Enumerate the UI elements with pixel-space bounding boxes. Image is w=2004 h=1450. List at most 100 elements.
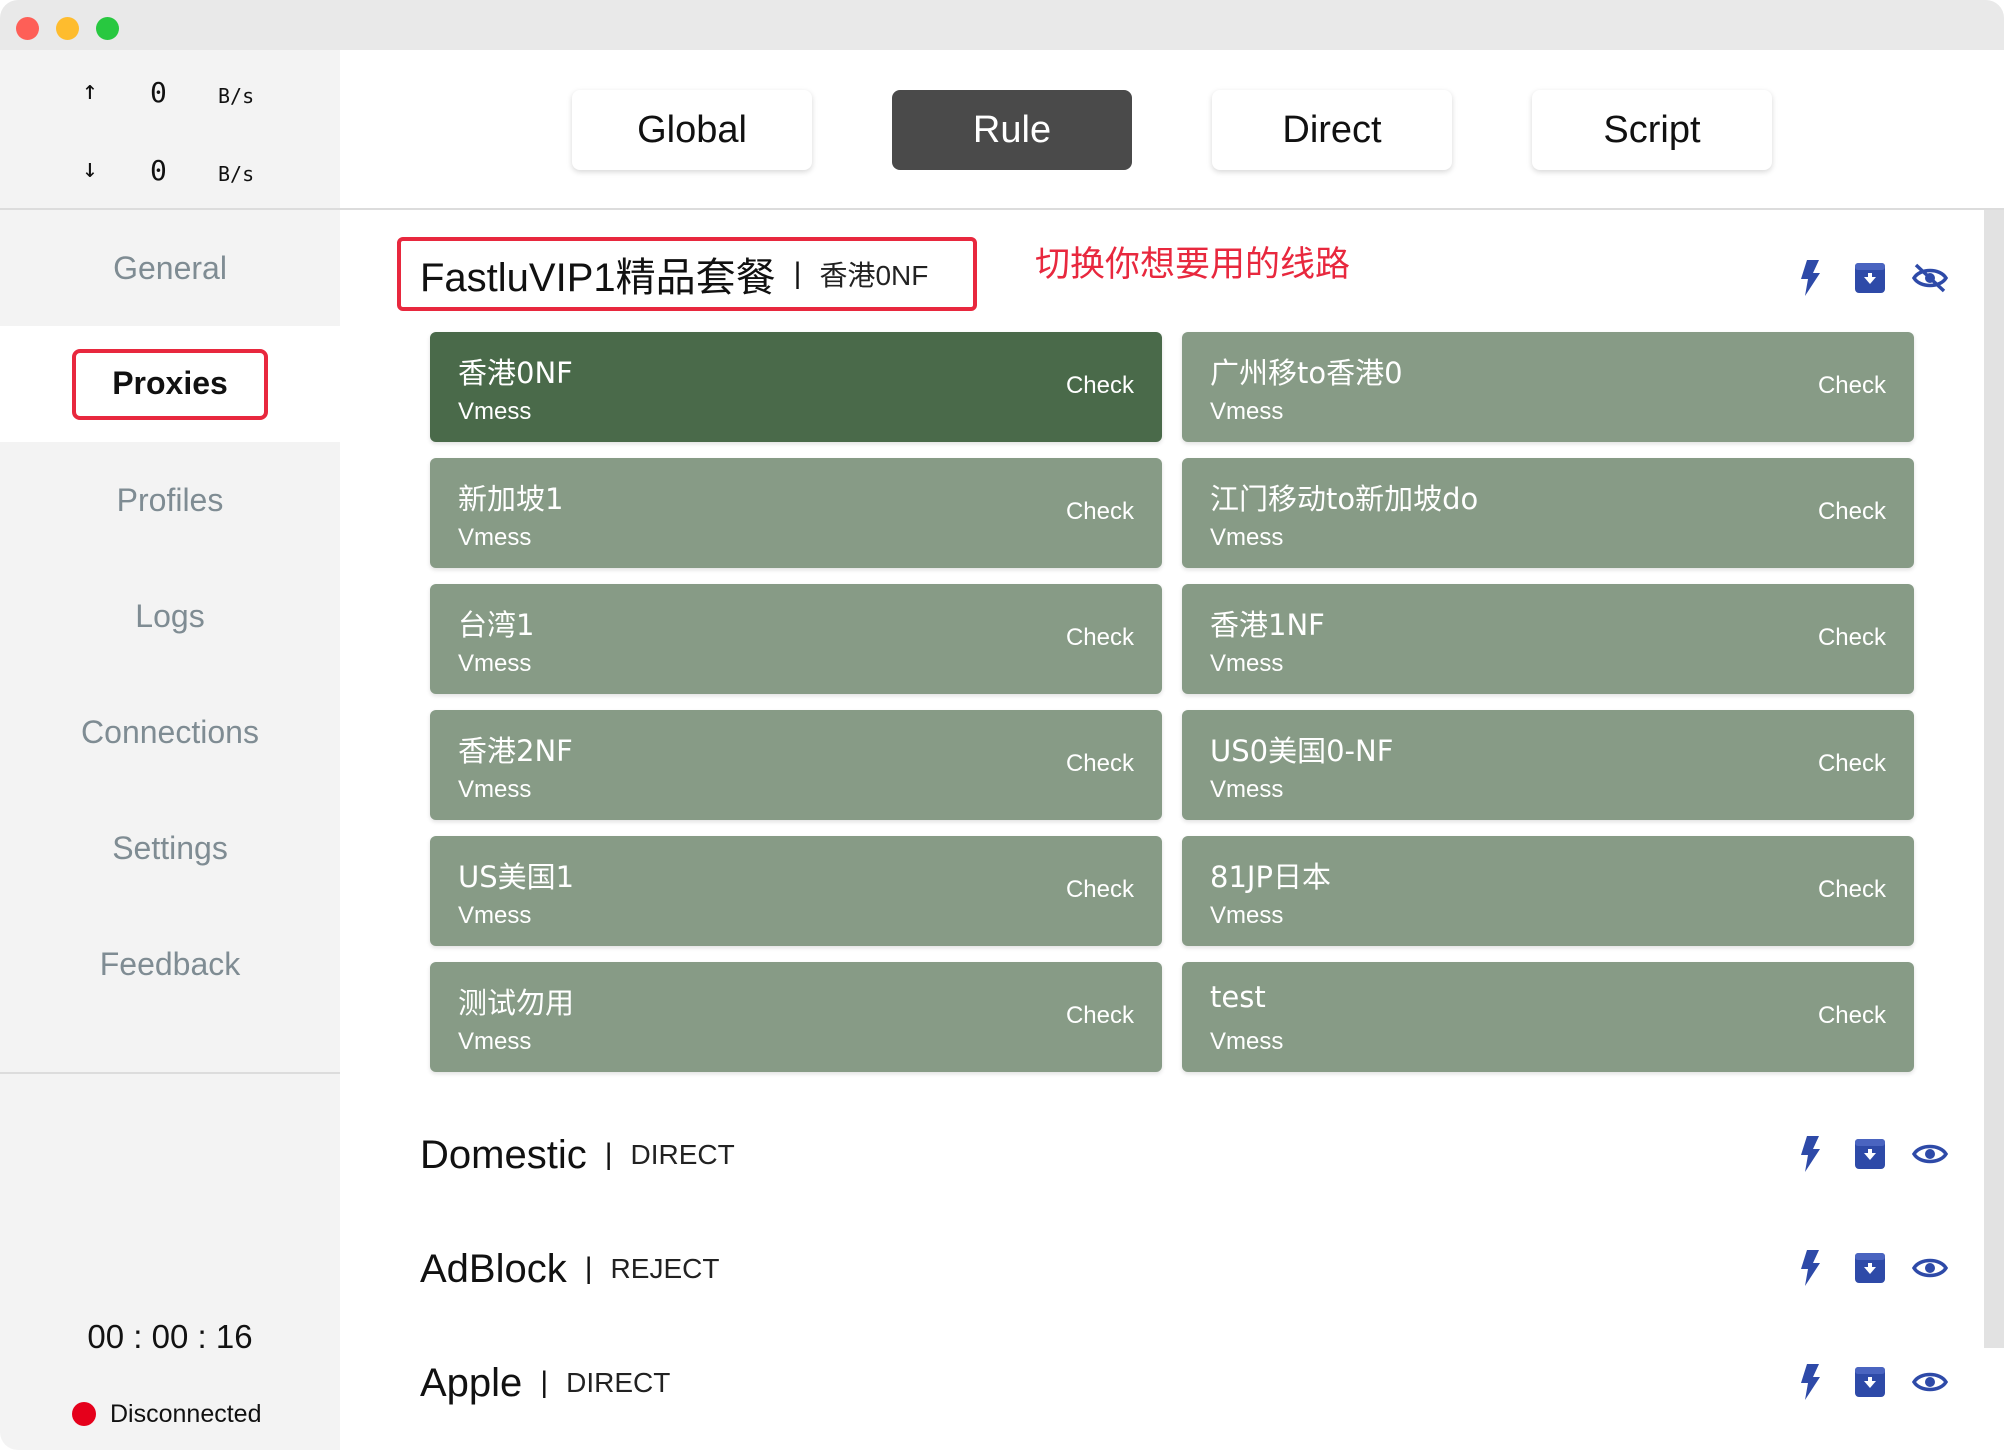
proxy-card[interactable]: 香港2NF Vmess Check [430,710,1162,820]
connection-status-label: Disconnected [110,1399,262,1428]
proxy-name: 香港1NF [1210,608,1325,642]
proxy-groups-list[interactable]: FastluVIP1精品套餐 | 香港0NF 切换你想要用的线路 香港0NF Vm… [340,210,1984,1450]
proxy-card[interactable]: 香港0NF Vmess Check [430,332,1162,442]
proxy-type: Vmess [458,1028,532,1055]
proxy-name: US0美国0-NF [1210,734,1394,768]
sidebar-item-logs[interactable]: Logs [0,558,340,674]
check-latency-button[interactable]: Check [1066,498,1134,526]
group-separator: | [793,257,802,290]
group-current-proxy: DIRECT [630,1139,735,1170]
proxy-type: Vmess [458,902,532,929]
mode-rule-button[interactable]: Rule [892,90,1132,170]
proxy-type: Vmess [458,524,532,551]
divider [0,1072,340,1074]
group-actions [1768,1250,1948,1286]
sidebar-item-feedback[interactable]: Feedback [0,906,340,1022]
locate-icon[interactable] [1852,1364,1888,1400]
eye-icon[interactable] [1912,1136,1948,1172]
eye-off-icon[interactable] [1912,260,1948,296]
sidebar-item-connections[interactable]: Connections [0,674,340,790]
upload-arrow-icon: ↑ [82,76,98,106]
upload-unit: B/s [218,84,255,108]
download-arrow-icon: ↓ [82,154,98,184]
upload-value: 0 [150,76,167,109]
download-value: 0 [150,154,167,187]
latency-test-icon[interactable] [1792,260,1828,296]
proxy-card[interactable]: 广州移to香港0 Vmess Check [1182,332,1914,442]
group-actions [1768,1364,1948,1400]
app-window: ↑ 0 B/s ↓ 0 B/s General Proxies Profiles… [0,0,2004,1450]
locate-icon[interactable] [1852,260,1888,296]
proxy-card[interactable]: test Vmess Check [1182,962,1914,1072]
mode-script-button[interactable]: Script [1532,90,1772,170]
proxy-card[interactable]: 江门移动to新加坡do Vmess Check [1182,458,1914,568]
proxy-type: Vmess [1210,398,1284,425]
proxy-type: Vmess [458,650,532,677]
check-latency-button[interactable]: Check [1818,624,1886,652]
proxy-card[interactable]: US0美国0-NF Vmess Check [1182,710,1914,820]
status-dot-icon [72,1402,96,1426]
close-window-button[interactable] [16,17,39,40]
check-latency-button[interactable]: Check [1818,750,1886,778]
group-actions [1768,260,1948,296]
minimize-window-button[interactable] [56,17,79,40]
proxy-type: Vmess [458,398,532,425]
group-actions [1768,1136,1948,1172]
sidebar-item-general[interactable]: General [0,210,340,326]
check-latency-button[interactable]: Check [1066,624,1134,652]
proxy-card[interactable]: 台湾1 Vmess Check [430,584,1162,694]
group-header[interactable]: Apple | DIRECT [420,1348,670,1418]
latency-test-icon[interactable] [1792,1136,1828,1172]
scrollbar[interactable] [1984,210,2004,1348]
latency-test-icon[interactable] [1792,1250,1828,1286]
group-header[interactable]: FastluVIP1精品套餐 | 香港0NF [420,239,928,309]
check-latency-button[interactable]: Check [1066,1002,1134,1030]
proxy-card[interactable]: 新加坡1 Vmess Check [430,458,1162,568]
check-latency-button[interactable]: Check [1066,750,1134,778]
check-latency-button[interactable]: Check [1818,372,1886,400]
group-current-proxy: 香港0NF [819,260,929,291]
proxy-name: 江门移动to新加坡do [1210,482,1479,516]
sidebar-item-label: Connections [81,713,259,750]
proxy-type: Vmess [458,776,532,803]
sidebar-item-profiles[interactable]: Profiles [0,442,340,558]
proxy-type: Vmess [1210,776,1284,803]
sidebar-item-settings[interactable]: Settings [0,790,340,906]
annotation-text: 切换你想要用的线路 [1035,245,1351,285]
proxy-card[interactable]: 香港1NF Vmess Check [1182,584,1914,694]
proxy-name: 香港0NF [458,356,573,390]
group-name: AdBlock [420,1246,567,1291]
check-latency-button[interactable]: Check [1066,372,1134,400]
sidebar-item-label: Feedback [99,945,241,982]
group-separator: | [540,1366,549,1399]
mode-global-button[interactable]: Global [572,90,812,170]
locate-icon[interactable] [1852,1250,1888,1286]
zoom-window-button[interactable] [96,17,119,40]
sidebar-item-label: Logs [135,597,205,634]
sidebar-item-proxies[interactable]: Proxies [0,326,340,442]
group-header[interactable]: Domestic | DIRECT [420,1120,735,1190]
proxy-card[interactable]: 测试勿用 Vmess Check [430,962,1162,1072]
proxy-name: 台湾1 [458,608,535,642]
sidebar: ↑ 0 B/s ↓ 0 B/s General Proxies Profiles… [0,50,340,1450]
proxy-type: Vmess [1210,650,1284,677]
proxy-type: Vmess [1210,524,1284,551]
mode-direct-button[interactable]: Direct [1212,90,1452,170]
proxy-name: US美国1 [458,860,575,894]
check-latency-button[interactable]: Check [1818,876,1886,904]
eye-icon[interactable] [1912,1364,1948,1400]
proxy-name: 测试勿用 [458,986,575,1020]
group-header[interactable]: AdBlock | REJECT [420,1234,719,1304]
latency-test-icon[interactable] [1792,1364,1828,1400]
proxy-name: 81JP日本 [1210,860,1331,894]
proxy-card[interactable]: US美国1 Vmess Check [430,836,1162,946]
connection-status[interactable]: Disconnected [72,1396,261,1432]
proxy-card[interactable]: 81JP日本 Vmess Check [1182,836,1914,946]
check-latency-button[interactable]: Check [1818,1002,1886,1030]
check-latency-button[interactable]: Check [1818,498,1886,526]
eye-icon[interactable] [1912,1250,1948,1286]
check-latency-button[interactable]: Check [1066,876,1134,904]
proxy-name: 香港2NF [458,734,573,768]
mode-switcher: Global Rule Direct Script [340,50,2004,210]
locate-icon[interactable] [1852,1136,1888,1172]
